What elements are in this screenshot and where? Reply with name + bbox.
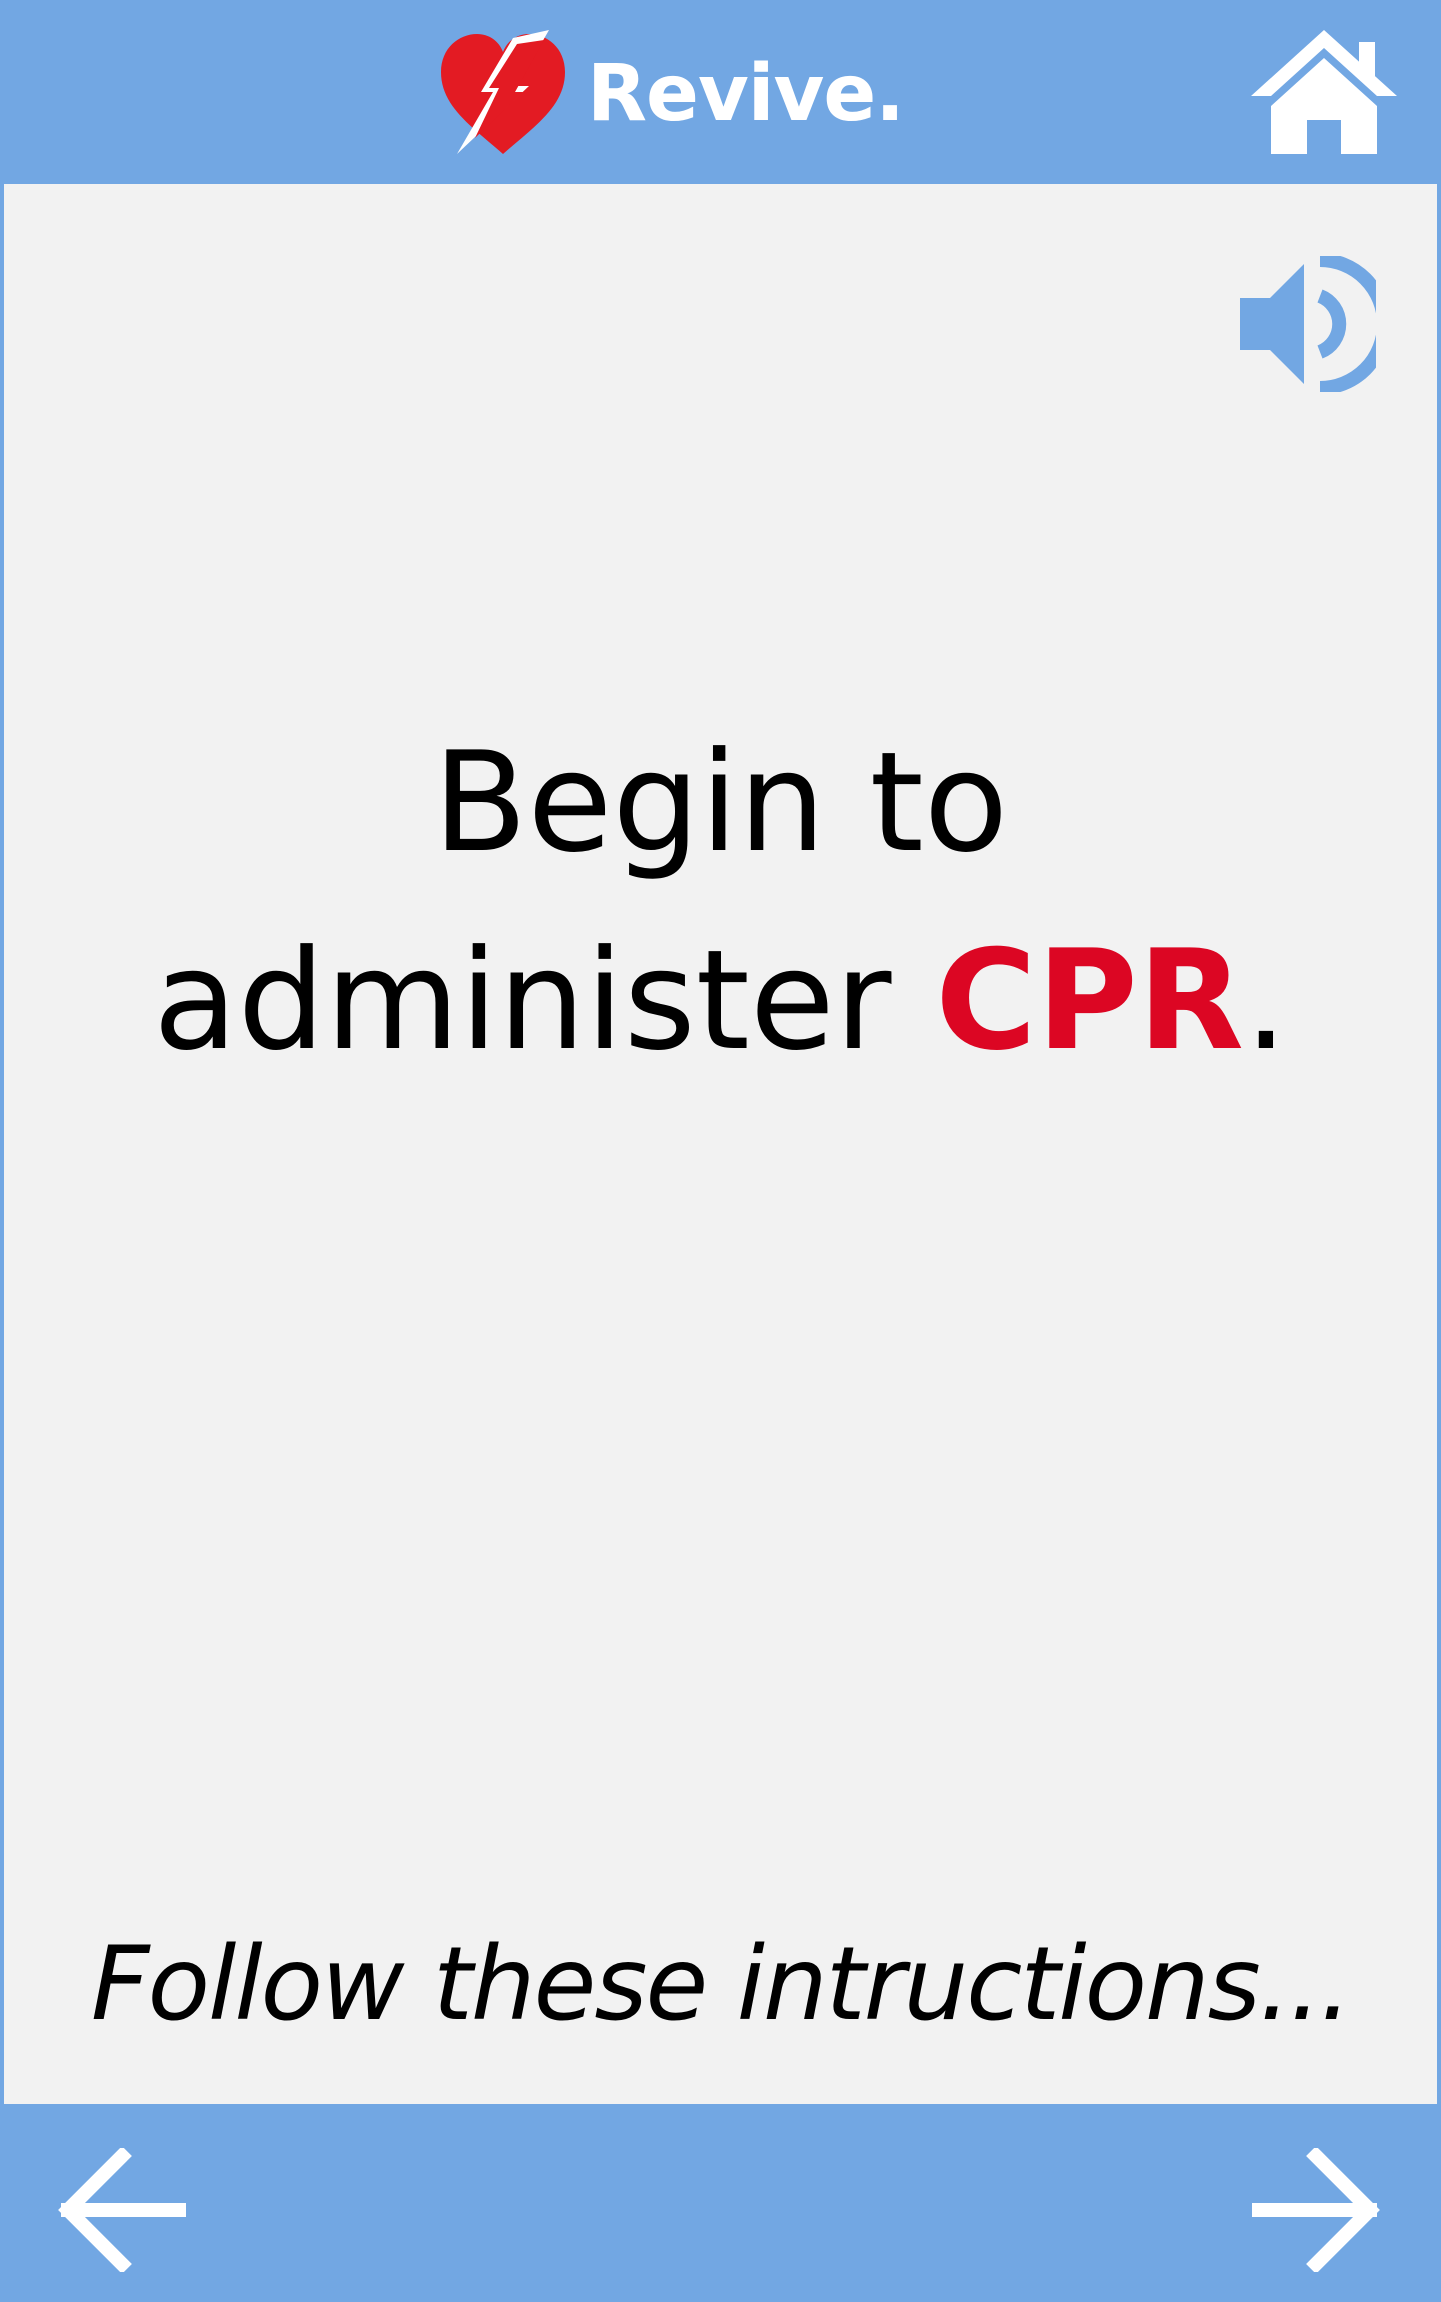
next-button[interactable] bbox=[1252, 2148, 1380, 2272]
bottom-navigation bbox=[0, 2106, 1441, 2302]
home-icon bbox=[1251, 30, 1397, 154]
back-button[interactable] bbox=[58, 2148, 186, 2272]
heart-lightning-icon bbox=[441, 30, 565, 154]
instruction-line-2-prefix: administer bbox=[153, 920, 936, 1081]
speaker-button[interactable] bbox=[1234, 256, 1376, 392]
cpr-highlight: CPR bbox=[935, 920, 1245, 1081]
instruction-line-2-suffix: . bbox=[1244, 920, 1288, 1081]
brand: Revive. bbox=[433, 28, 905, 160]
instruction-panel: Begin to administer CPR. Follow these in… bbox=[4, 184, 1437, 2104]
instructions-footer: Follow these intructions... bbox=[90, 1925, 1352, 2044]
home-button[interactable] bbox=[1251, 28, 1397, 154]
speaker-icon bbox=[1240, 256, 1376, 392]
instruction-line-1: Begin to bbox=[432, 722, 1009, 883]
instruction-message: Begin to administer CPR. bbox=[4, 704, 1437, 1100]
top-bar: Revive. bbox=[0, 0, 1441, 182]
arrow-left-icon bbox=[58, 2148, 186, 2272]
arrow-right-icon bbox=[1252, 2148, 1380, 2272]
instruction-line-2: administer CPR. bbox=[4, 902, 1437, 1100]
app-name: Revive. bbox=[587, 49, 905, 139]
